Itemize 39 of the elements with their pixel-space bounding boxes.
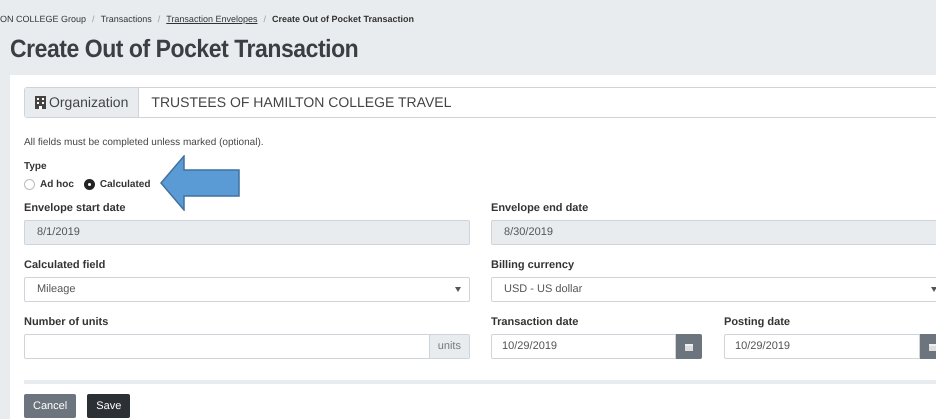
cancel-button[interactable]: Cancel bbox=[24, 394, 76, 418]
date-field[interactable]: 10/29/2019 bbox=[491, 334, 676, 359]
caret-icon bbox=[931, 287, 936, 292]
breadcrumb-link[interactable]: ON COLLEGE Group bbox=[0, 13, 86, 27]
units-addon: units bbox=[428, 335, 469, 358]
field-label: Envelope end date bbox=[491, 201, 590, 214]
organization-label: Organization bbox=[25, 88, 140, 117]
breadcrumb-separator: / bbox=[158, 13, 160, 26]
calendar-button[interactable] bbox=[676, 334, 702, 359]
radio-option[interactable]: Calculated bbox=[84, 176, 150, 192]
field-label: Posting date bbox=[724, 315, 792, 328]
save-button[interactable]: Save bbox=[87, 394, 130, 418]
select-field[interactable]: USD - US dollar bbox=[491, 277, 936, 302]
breadcrumb-separator: / bbox=[263, 13, 266, 26]
select-field[interactable]: Mileage bbox=[24, 277, 470, 302]
date-field[interactable]: 8/1/2019 bbox=[24, 220, 470, 245]
radio-option[interactable]: Ad hoc bbox=[24, 176, 74, 192]
field-label: Calculated field bbox=[24, 258, 106, 271]
field-label: Transaction date bbox=[491, 315, 580, 328]
building-icon bbox=[35, 96, 46, 109]
breadcrumb-separator: / bbox=[92, 13, 95, 26]
radio-button[interactable] bbox=[24, 178, 35, 190]
instruction-text: All fields must be completed unless marked (optional). bbox=[24, 136, 265, 149]
breadcrumb-link[interactable]: Transactions bbox=[100, 13, 152, 27]
field-label: Billing currency bbox=[491, 258, 576, 271]
organization-value: TRUSTEES OF HAMILTON COLLEGE TRAVEL bbox=[150, 93, 452, 112]
breadcrumb-current: Create Out of Pocket Transaction bbox=[272, 13, 414, 26]
date-field[interactable]: 8/30/2019 bbox=[491, 220, 936, 245]
field-label: Type bbox=[24, 160, 48, 172]
field-label: Envelope start date bbox=[24, 201, 126, 214]
calendar-icon bbox=[929, 342, 936, 350]
page-title: Create Out of Pocket Transaction bbox=[10, 34, 360, 65]
caret-icon bbox=[455, 287, 461, 292]
calendar-icon bbox=[685, 342, 693, 350]
field-label: Number of units bbox=[24, 315, 110, 328]
date-field[interactable]: 10/29/2019 bbox=[724, 334, 920, 359]
radio-button[interactable] bbox=[84, 178, 95, 190]
breadcrumb-link[interactable]: Transaction Envelopes bbox=[166, 13, 258, 27]
units-field[interactable]: units bbox=[24, 334, 470, 359]
